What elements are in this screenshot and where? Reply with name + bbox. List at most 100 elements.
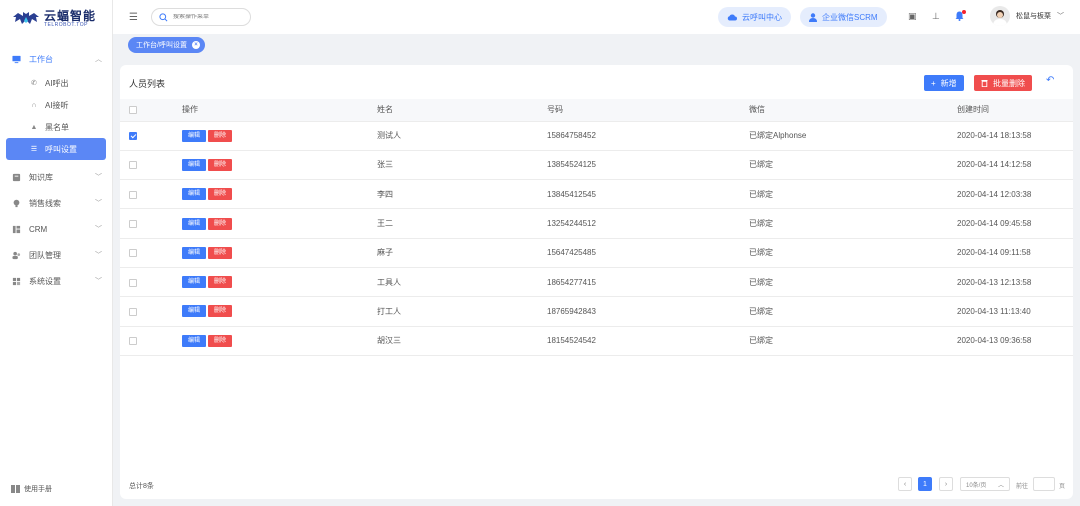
- created-time-cell: 2020-04-14 09:11:58: [957, 238, 1073, 268]
- bat-logo-icon: [13, 12, 39, 24]
- sidebar-item-ai-inbound[interactable]: ∩ AI接听: [0, 94, 112, 116]
- delete-button[interactable]: 删除: [208, 217, 233, 230]
- add-button[interactable]: + 新增: [924, 75, 964, 91]
- row-checkbox[interactable]: [129, 132, 137, 141]
- edit-button[interactable]: 编辑: [182, 305, 207, 318]
- personnel-card: 人员列表 + 新增 批量删除 ↶ 操作 姓名 号码 微信 创建时间 编辑 删除 测试…: [120, 65, 1073, 499]
- phone-cell: 15647425485: [547, 238, 749, 268]
- sidebar-item-call-settings[interactable]: ☰ 呼叫设置: [6, 138, 106, 160]
- nav-group-knowledge[interactable]: 知识库 ﹀: [0, 164, 112, 190]
- table-row: 编辑 删除 胡汉三 18154524542 已绑定 2020-04-13 09:36:58: [120, 326, 1073, 356]
- chevron-down-icon: ﹀: [95, 226, 102, 233]
- created-time-cell: 2020-04-13 09:36:58: [957, 326, 1073, 356]
- page-size-select[interactable]: 10条/页 ︿: [960, 477, 1010, 491]
- delete-button[interactable]: 删除: [208, 246, 233, 259]
- close-icon[interactable]: ×: [191, 41, 200, 49]
- edit-button[interactable]: 编辑: [182, 334, 207, 347]
- nav-group-label: 工作台: [29, 54, 53, 64]
- menu-toggle-icon[interactable]: ☰: [129, 12, 141, 23]
- nav-group-team[interactable]: 团队管理 ﹀: [0, 242, 112, 268]
- manual-label: 使用手册: [24, 486, 52, 493]
- edit-button[interactable]: 编辑: [182, 158, 207, 171]
- created-time-cell: 2020-04-13 12:13:58: [957, 267, 1073, 298]
- phone-cell: 18654277415: [547, 267, 749, 298]
- sidebar-item-label: 呼叫设置: [45, 144, 77, 154]
- wechat-scrm-button[interactable]: 企业微信SCRM: [800, 7, 887, 27]
- row-checkbox[interactable]: [129, 307, 137, 316]
- user-menu[interactable]: 松鼠与板栗 ﹀: [990, 6, 1064, 26]
- logo-text: 云蝠智能: [44, 9, 97, 23]
- tab-call-settings[interactable]: 工作台/呼叫设置 ×: [128, 37, 205, 53]
- nav-group-crm[interactable]: CRM ﹀: [0, 216, 112, 242]
- logo: 云蝠智能 TELROBOT.TOP: [0, 0, 112, 38]
- row-select-cell: [120, 238, 172, 268]
- page-size-label: 10条/页: [966, 482, 987, 489]
- phone-cell: 15864758452: [547, 121, 749, 151]
- table-row: 编辑 删除 打工人 18765942843 已绑定 2020-04-13 11:13:40: [120, 296, 1073, 327]
- bell-icon[interactable]: [955, 10, 966, 23]
- team-icon: [12, 251, 21, 259]
- name-cell: 王二: [377, 208, 547, 239]
- sidebar-item-ai-outbound[interactable]: ✆ AI呼出: [0, 72, 112, 94]
- edit-button[interactable]: 编辑: [182, 276, 207, 289]
- nav-group-workbench[interactable]: 工作台 ︿: [0, 46, 112, 72]
- row-select-cell: [120, 296, 172, 327]
- play-icon[interactable]: ▣: [908, 11, 917, 22]
- edit-button[interactable]: 编辑: [182, 246, 207, 259]
- nav-group-system[interactable]: 系统设置 ﹀: [0, 268, 112, 294]
- column-header: 操作: [172, 99, 377, 122]
- sidebar-item-blacklist[interactable]: ▲ 黑名单: [0, 116, 112, 138]
- cloud-call-center-button[interactable]: 云呼叫中心: [718, 7, 791, 27]
- delete-button[interactable]: 删除: [208, 334, 233, 347]
- notification-dot: [962, 10, 966, 14]
- chevron-up-icon: ︿: [997, 482, 1004, 489]
- delete-button[interactable]: 删除: [208, 188, 233, 201]
- row-checkbox[interactable]: [129, 219, 137, 228]
- edit-button[interactable]: 编辑: [182, 129, 207, 142]
- name-cell: 胡汉三: [377, 326, 547, 356]
- row-checkbox[interactable]: [129, 249, 137, 258]
- wechat-cell: 已绑定: [749, 296, 957, 327]
- table-body: 编辑 删除 测试人 15864758452 已绑定Alphonse 2020-04-14 …: [120, 121, 1073, 356]
- row-actions: 编辑 删除: [172, 179, 377, 210]
- sidebar-item-label: AI接听: [45, 100, 69, 110]
- edit-button[interactable]: 编辑: [182, 217, 207, 230]
- delete-button[interactable]: 删除: [208, 305, 233, 318]
- created-time-cell: 2020-04-14 18:13:58: [957, 121, 1073, 151]
- sidebar-item-label: AI呼出: [45, 78, 69, 88]
- row-checkbox[interactable]: [129, 190, 137, 199]
- tab-label: 工作台/呼叫设置: [136, 42, 187, 49]
- search-input[interactable]: [173, 14, 243, 20]
- phone-cell: 18154524542: [547, 326, 749, 356]
- select-all-checkbox[interactable]: [129, 106, 137, 115]
- nav-group-leads[interactable]: 销售线索 ﹀: [0, 190, 112, 216]
- row-checkbox[interactable]: [129, 337, 137, 346]
- nav-menu: 工作台 ︿ ✆ AI呼出 ∩ AI接听 ▲ 黑名单 ☰ 呼叫设置 知识库 ﹀ 销…: [0, 46, 112, 294]
- search-box[interactable]: [151, 8, 251, 26]
- table-row: 编辑 删除 测试人 15864758452 已绑定Alphonse 2020-04-14 …: [120, 121, 1073, 151]
- goto-page-input[interactable]: [1033, 477, 1055, 491]
- prev-page-button[interactable]: ‹: [898, 477, 912, 491]
- manual-link[interactable]: 使用手册: [11, 484, 52, 494]
- current-page-button[interactable]: 1: [918, 477, 932, 491]
- crm-icon: [12, 225, 21, 233]
- batch-delete-button[interactable]: 批量删除: [974, 75, 1032, 91]
- chevron-up-icon: ︿: [95, 56, 102, 63]
- book-icon: [12, 173, 21, 181]
- chevron-down-icon: ﹀: [95, 200, 102, 207]
- row-checkbox[interactable]: [129, 161, 137, 170]
- table-row: 编辑 删除 张三 13854524125 已绑定 2020-04-14 14:12:58: [120, 150, 1073, 181]
- delete-button[interactable]: 删除: [208, 276, 233, 289]
- card-title: 人员列表: [129, 79, 166, 89]
- row-actions: 编辑 删除: [172, 267, 377, 298]
- row-actions: 编辑 删除: [172, 238, 377, 268]
- delete-button[interactable]: 删除: [208, 129, 233, 142]
- row-checkbox[interactable]: [129, 278, 137, 287]
- next-page-button[interactable]: ›: [939, 477, 953, 491]
- delete-button[interactable]: 删除: [208, 158, 233, 171]
- back-icon[interactable]: ↶: [1046, 75, 1054, 86]
- edit-button[interactable]: 编辑: [182, 188, 207, 201]
- user-icon: [809, 12, 817, 22]
- pin-icon[interactable]: ⊥: [932, 11, 940, 22]
- name-cell: 测试人: [377, 121, 547, 151]
